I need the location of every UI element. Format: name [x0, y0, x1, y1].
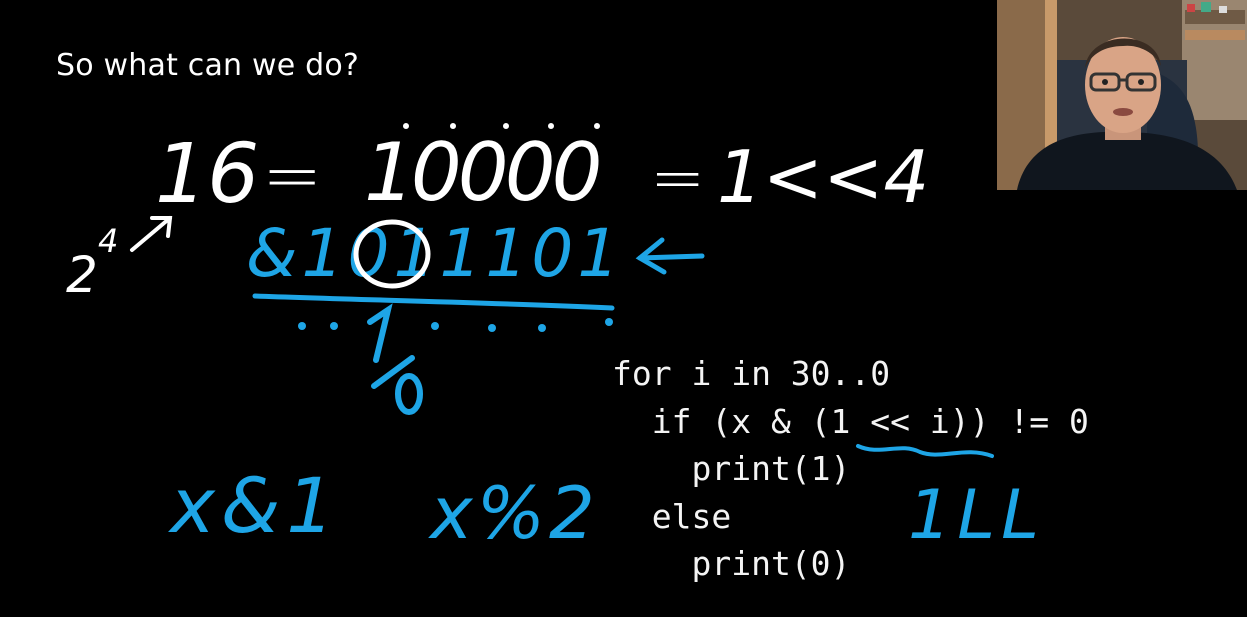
slide-title: So what can we do? — [56, 48, 360, 83]
bit-dots — [403, 123, 600, 129]
arrow-to-16 — [130, 216, 173, 252]
whiteboard: So what can we do? 16 = 10000 = 1<<4 2 4 — [0, 0, 1247, 617]
equation-16: 16 — [155, 127, 259, 222]
code-line: for i in 30..0 — [612, 354, 891, 393]
result-one — [367, 303, 393, 363]
equation-equals-1: = — [262, 133, 322, 217]
one-over-zero — [371, 355, 423, 415]
and-result — [298, 318, 613, 332]
power-base: 2 — [66, 246, 98, 304]
presenter-webcam — [997, 0, 1247, 190]
equation-1-shift-4: 1<<4 — [717, 135, 929, 219]
and-underline — [252, 293, 615, 311]
power-exponent: 4 — [98, 222, 118, 260]
power-of-two: 2 4 — [66, 222, 118, 304]
blue-x-mod-2: x%2 — [428, 471, 599, 555]
code-line: print(1) — [612, 449, 851, 488]
code-line: print(0) — [612, 544, 851, 583]
white-equation: 16 = 10000 = 1<<4 — [155, 126, 929, 222]
circled-bit — [353, 219, 431, 289]
blue-x-and-1: x&1 — [168, 461, 341, 550]
code-block: for i in 30..0 if (x & (1 << i)) != 0 pr… — [612, 350, 1089, 588]
equation-10000: 10000 — [364, 126, 599, 219]
equation-equals-2: = — [650, 139, 705, 216]
code-line: if (x & (1 << i)) != 0 — [612, 401, 1089, 441]
blue-binary-number: &1011101 — [246, 215, 623, 292]
code-line: else — [612, 496, 732, 536]
left-arrow — [635, 237, 705, 275]
webcam-illustration — [997, 0, 1247, 190]
